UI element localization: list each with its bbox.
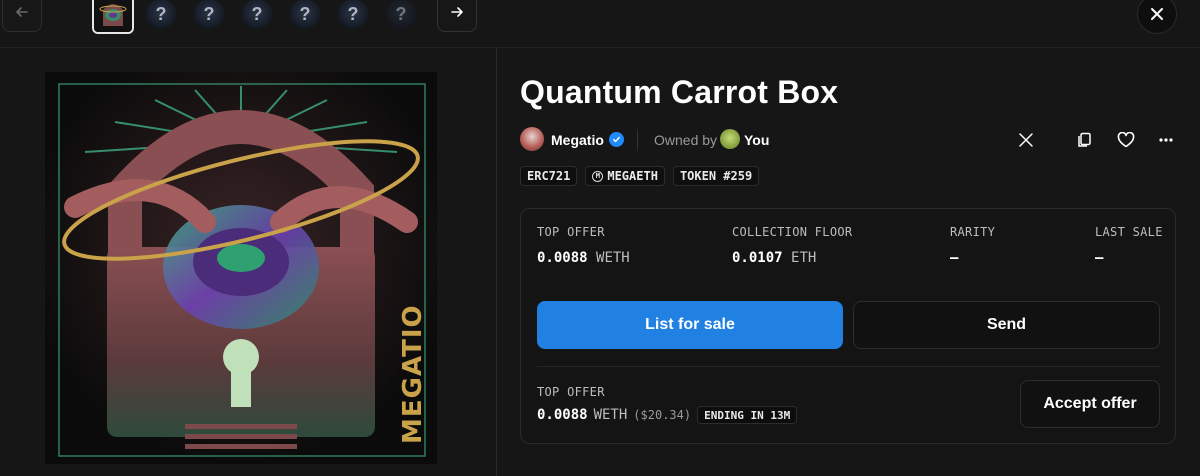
item-thumbnails: ? ? ? ? ? ? (92, 0, 422, 34)
owner-avatar[interactable] (720, 129, 740, 149)
stat-last-sale-value: – (1095, 250, 1104, 266)
stat-last-sale-label: LAST SALE (1095, 225, 1163, 239)
offer-label: TOP OFFER (537, 385, 605, 399)
arrow-left-icon (16, 7, 28, 17)
previous-item-button[interactable] (2, 0, 42, 32)
thumbnail-item[interactable]: ? (380, 0, 422, 34)
trade-card: TOP OFFER 0.0088 WETH COLLECTION FLOOR 0… (520, 208, 1176, 444)
item-carousel-bar: ? ? ? ? ? ? (0, 0, 1200, 48)
offer-value: 0.0088 WETH ($20.34) ENDING IN 13M (537, 406, 798, 424)
more-horizontal-icon (1159, 138, 1173, 142)
thumbnail-item[interactable]: ? (332, 0, 374, 34)
thumbnail-current[interactable] (92, 0, 134, 34)
heart-icon (1117, 132, 1135, 148)
nft-artwork: MEGATIO (45, 72, 437, 464)
question-mark-icon: ? (338, 0, 368, 29)
favorite-button[interactable] (1113, 127, 1139, 153)
next-item-button[interactable] (437, 0, 477, 32)
artwork-image: MEGATIO (45, 72, 437, 464)
share-on-x-button[interactable] (1013, 127, 1039, 153)
stat-rarity-label: RARITY (950, 225, 996, 239)
artwork-watermark: MEGATIO (398, 304, 428, 444)
question-mark-icon: ? (194, 0, 224, 29)
header-divider (0, 47, 1200, 48)
question-mark-icon: ? (290, 0, 320, 29)
list-for-sale-button[interactable]: List for sale (537, 301, 843, 349)
close-icon (1151, 8, 1163, 20)
question-mark-icon: ? (146, 0, 176, 29)
close-button[interactable] (1137, 0, 1177, 34)
more-options-button[interactable] (1153, 127, 1179, 153)
creator-name-link[interactable]: Megatio (551, 132, 604, 148)
send-button[interactable]: Send (853, 301, 1160, 349)
token-id-tag: TOKEN #259 (672, 166, 760, 186)
panel-divider (496, 48, 497, 476)
question-mark-icon: ? (242, 0, 272, 29)
copy-link-button[interactable] (1071, 127, 1097, 153)
artwork-thumbnail-image (94, 0, 132, 32)
meta-separator (637, 129, 638, 151)
question-mark-icon: ? (386, 0, 416, 29)
item-meta-row: Megatio Owned by You (520, 127, 1180, 153)
token-standard-tag: ERC721 (520, 166, 578, 186)
thumbnail-item[interactable]: ? (236, 0, 278, 34)
chain-tag-label: MEGAETH (607, 169, 658, 183)
card-divider (537, 366, 1161, 367)
offer-usd: ($20.34) (633, 408, 692, 422)
creator-avatar[interactable] (520, 127, 544, 151)
thumbnail-item[interactable]: ? (140, 0, 182, 34)
offer-unit: WETH (593, 407, 628, 423)
offer-amount: 0.0088 (537, 407, 588, 423)
stat-top-offer-label: TOP OFFER (537, 225, 605, 239)
owner-name-link[interactable]: You (744, 132, 769, 148)
thumbnail-item[interactable]: ? (188, 0, 230, 34)
accept-offer-button[interactable]: Accept offer (1020, 380, 1160, 428)
copy-icon (1078, 132, 1091, 147)
verified-badge-icon (609, 132, 624, 147)
x-logo-icon (1019, 133, 1033, 147)
chain-tag: M MEGAETH (585, 166, 665, 186)
megaeth-chain-icon: M (592, 170, 604, 182)
owned-by-label: Owned by (654, 132, 718, 148)
stat-rarity-value: – (950, 250, 959, 266)
thumbnail-item[interactable]: ? (284, 0, 326, 34)
stat-floor-value: 0.0107 ETH (732, 250, 817, 266)
stat-floor-label: COLLECTION FLOOR (732, 225, 853, 239)
item-tags: ERC721 M MEGAETH TOKEN #259 (520, 166, 760, 186)
offer-ending-badge: ENDING IN 13M (697, 406, 798, 424)
arrow-right-icon (451, 7, 463, 17)
stat-top-offer-value: 0.0088 WETH (537, 250, 630, 266)
item-title: Quantum Carrot Box (520, 74, 839, 110)
